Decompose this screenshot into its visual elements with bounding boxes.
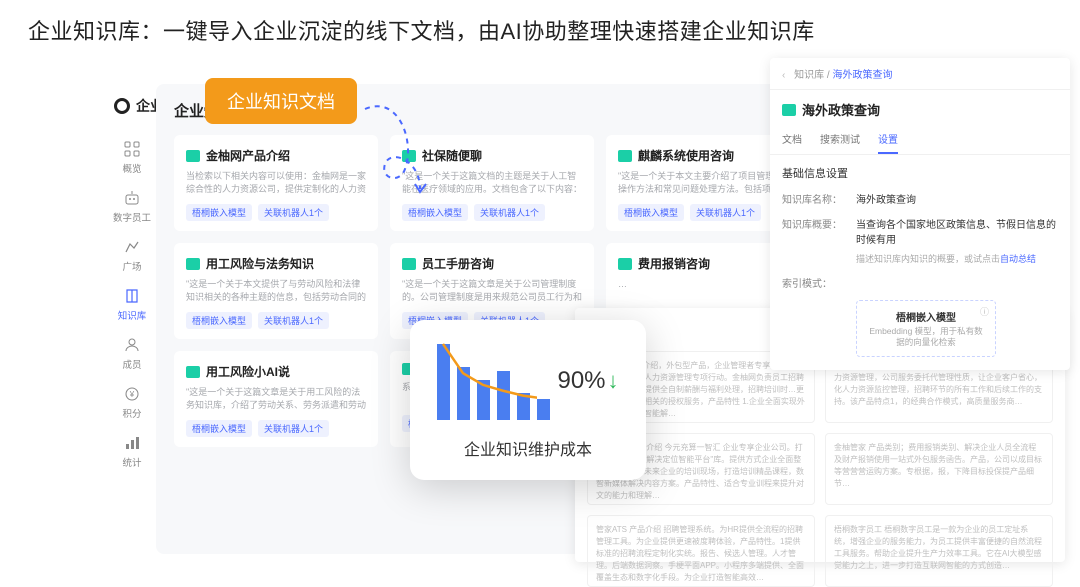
nav-points[interactable]: ¥ 积分 xyxy=(122,385,141,420)
detail-panel: ‹ 知识库 / 海外政策查询 海外政策查询 文档 搜索测试 设置 基础信息设置 … xyxy=(770,58,1070,370)
card-chip: 关联机器人1个 xyxy=(258,204,329,221)
kb-card-title: 用工风险与法务知识 xyxy=(206,255,314,272)
callout-arrow xyxy=(360,84,560,204)
kb-card[interactable]: 用工风险与法务知识 "这是一个关于本文提供了与劳动风险和法律知识相关的各种主题的… xyxy=(174,243,378,339)
detail-tabs: 文档 搜索测试 设置 xyxy=(770,125,1070,155)
tab-settings[interactable]: 设置 xyxy=(878,125,898,154)
robot-icon xyxy=(123,189,141,207)
kb-card-desc: "这是一个关于这篇文章是关于公司管理制度的。公司管理制度是用来规范公司员工行为和… xyxy=(402,278,582,304)
info-icon[interactable]: ⓘ xyxy=(980,305,989,318)
nav-overview[interactable]: 概览 xyxy=(122,140,141,175)
brand-logo-icon xyxy=(114,98,130,114)
member-icon xyxy=(123,336,141,354)
kb-card-title: 费用报销咨询 xyxy=(638,255,710,272)
card-chip: 梧桐嵌入模型 xyxy=(186,204,252,221)
sidebar: 概览 数字员工 广场 知识库 成员 ¥ 积分 统计 xyxy=(108,84,156,554)
model-subtitle: Embedding 模型，用于私有数据的向量化检索 xyxy=(867,326,985,348)
snippet-card[interactable]: 梧桐数字员工 梧桐数字员工是一款为企业的员工定址系统，增强企业的服务能力，为员工… xyxy=(825,515,1053,587)
dashboard-icon xyxy=(123,140,141,158)
model-option[interactable]: ⓘ 梧桐嵌入模型 Embedding 模型，用于私有数据的向量化检索 xyxy=(856,300,996,357)
kb-card-title: 用工风险小AI说 xyxy=(206,363,290,380)
card-chip: 关联机器人1个 xyxy=(474,204,545,221)
nav-knowledge[interactable]: 知识库 xyxy=(118,287,147,322)
callout-tag: 企业知识文档 xyxy=(205,78,357,124)
card-chip: 关联机器人1个 xyxy=(690,204,761,221)
breadcrumb-current: 海外政策查询 xyxy=(832,70,892,81)
folder-icon xyxy=(186,150,200,162)
auto-summary-link[interactable]: 自动总结 xyxy=(1000,254,1036,264)
folder-icon xyxy=(186,258,200,270)
kb-card-desc: "这是一个关于这篇文章是关于用工风险的法务知识库，介绍了劳动关系、劳务派遣和劳动… xyxy=(186,386,366,412)
folder-icon xyxy=(618,150,632,162)
card-chip: 关联机器人1个 xyxy=(258,312,329,329)
nav-members[interactable]: 成员 xyxy=(122,336,141,371)
summary-hint: 描述知识库内知识的概要，或试点击自动总结 xyxy=(782,252,1058,265)
mini-bar-chart xyxy=(437,342,537,420)
folder-icon xyxy=(186,366,200,378)
kb-card[interactable]: 用工风险小AI说 "这是一个关于这篇文章是关于用工风险的法务知识库，介绍了劳动关… xyxy=(174,351,378,447)
kb-card[interactable]: 金柚网产品介绍 当检索以下相关内容可以使用：金柚网是一家综合性的人力资源公司，提… xyxy=(174,135,378,231)
model-title: 梧桐嵌入模型 xyxy=(867,309,985,324)
back-icon[interactable]: ‹ xyxy=(782,70,785,81)
kb-name-value: 海外政策查询 xyxy=(856,191,1058,206)
kb-name-label: 知识库名称： xyxy=(782,191,844,206)
kb-card-title: 员工手册咨询 xyxy=(422,255,494,272)
section-heading: 基础信息设置 xyxy=(782,165,1058,181)
book-icon xyxy=(123,287,141,305)
kb-card-desc: "这是一个关于本文提供了与劳动风险和法律知识相关的各种主题的信息，包括劳动合同的… xyxy=(186,278,366,304)
stats-icon xyxy=(123,434,141,452)
nav-plaza[interactable]: 广场 xyxy=(122,238,141,273)
card-chip: 关联机器人1个 xyxy=(258,420,329,437)
metric-popup: 90%↓ 企业知识维护成本 xyxy=(410,320,646,480)
kb-summary-label: 知识库概要： xyxy=(782,216,844,246)
coin-icon: ¥ xyxy=(123,385,141,403)
folder-icon xyxy=(618,258,632,270)
nav-stats[interactable]: 统计 xyxy=(122,434,141,469)
kb-card-desc: 当检索以下相关内容可以使用：金柚网是一家综合性的人力资源公司，提供定制化的人力资… xyxy=(186,170,366,196)
svg-text:¥: ¥ xyxy=(129,390,135,399)
percent-value: 90%↓ xyxy=(557,367,618,395)
breadcrumb: ‹ 知识库 / 海外政策查询 xyxy=(770,58,1070,90)
index-mode-label: 索引模式： xyxy=(782,275,844,290)
trend-line xyxy=(437,342,537,420)
metric-caption: 企业知识维护成本 xyxy=(430,436,626,460)
kb-summary-value: 当查询各个国家地区政策信息、节假日信息的时候有用 xyxy=(856,216,1058,246)
card-chip: 梧桐嵌入模型 xyxy=(186,420,252,437)
detail-title: 海外政策查询 xyxy=(802,100,880,119)
folder-icon xyxy=(782,104,796,116)
snippet-card[interactable]: 管家ATS 产品介绍 招聘管理系统。为HR提供全流程的招聘管理工具。为企业提供更… xyxy=(587,515,815,587)
plaza-icon xyxy=(123,238,141,256)
folder-icon xyxy=(402,258,416,270)
nav-digital-staff[interactable]: 数字员工 xyxy=(113,189,151,224)
tab-search-test[interactable]: 搜索测试 xyxy=(820,125,860,154)
kb-card-title: 金柚网产品介绍 xyxy=(206,147,290,164)
card-chip: 梧桐嵌入模型 xyxy=(402,204,468,221)
card-chip: 梧桐嵌入模型 xyxy=(618,204,684,221)
kb-card-title: 麒麟系统使用咨询 xyxy=(638,147,734,164)
breadcrumb-parent[interactable]: 知识库 xyxy=(794,70,824,81)
down-arrow-icon: ↓ xyxy=(608,368,619,394)
page-headline: 企业知识库：一键导入企业沉淀的线下文档，由AI协助整理快速搭建企业知识库 xyxy=(28,14,815,46)
tab-docs[interactable]: 文档 xyxy=(782,125,802,154)
snippet-card[interactable]: 金柚管家 产品类别；费用报销类别、解决企业人员全流程及财产报销使用一站式外包服务… xyxy=(825,433,1053,505)
card-chip: 梧桐嵌入模型 xyxy=(186,312,252,329)
